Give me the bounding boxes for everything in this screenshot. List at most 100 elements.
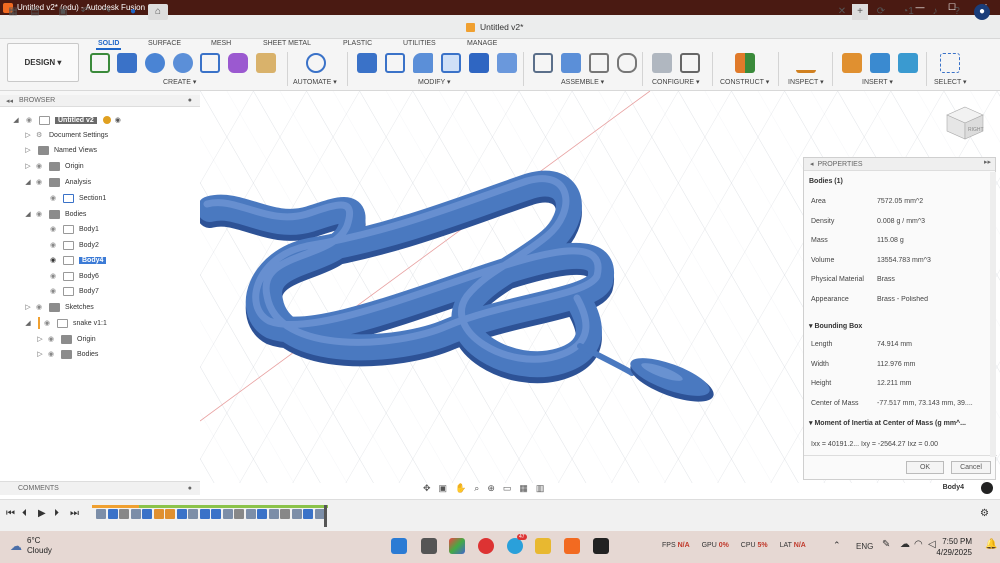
tree-document-settings[interactable]: ▷ ⚙ Document Settings [24, 128, 108, 142]
help-icon[interactable]: ? [950, 4, 964, 20]
fusion-taskbar-icon[interactable] [564, 538, 580, 554]
ok-button[interactable]: OK [906, 461, 944, 474]
scale-icon[interactable] [497, 53, 517, 73]
expand-icon[interactable]: ▷ [24, 146, 32, 154]
select-icon[interactable] [940, 53, 960, 73]
timeline-feature-icon[interactable] [222, 509, 233, 519]
visibility-eye-icon[interactable]: ◉ [50, 241, 59, 249]
visibility-eye-icon[interactable]: ◉ [44, 319, 53, 327]
comments-bar[interactable]: COMMENTS ● [0, 481, 200, 495]
job-status-icon[interactable]: ◔1 [898, 4, 918, 20]
copilot-icon[interactable] [449, 538, 465, 554]
avatar[interactable]: ● [974, 4, 990, 20]
tree-component[interactable]: ◢ ◉ snake v1:1 [24, 316, 107, 330]
timeline-feature-icon[interactable] [199, 509, 210, 519]
timeline-feature-icon[interactable] [291, 509, 302, 519]
grid-settings-icon[interactable]: ▦ [519, 483, 528, 494]
timeline-feature-icon[interactable] [303, 509, 313, 519]
expand-icon[interactable]: ▷ [24, 131, 32, 139]
comments-add-icon[interactable]: ● [188, 485, 192, 492]
pattern-icon[interactable] [200, 53, 220, 73]
timeline-feature-icon[interactable] [165, 509, 175, 519]
tree-body1[interactable]: ◉ Body1 [44, 222, 99, 236]
tab-solid[interactable]: SOLID [95, 40, 122, 50]
status-indicator-icon[interactable] [981, 482, 993, 494]
expand-icon[interactable]: ▷ [24, 303, 32, 311]
tree-body6[interactable]: ◉ Body6 [44, 269, 99, 283]
timeline-feature-icon[interactable] [257, 509, 267, 519]
workspace-switcher[interactable]: DESIGN ▾ [7, 43, 79, 82]
browser-header[interactable]: ◂◂ BROWSER ● [0, 95, 200, 107]
new-tab-icon[interactable]: + [852, 4, 868, 20]
group-insert[interactable]: INSERT ▾ [862, 78, 893, 86]
notification-bell-icon[interactable]: 🔔 [985, 539, 997, 550]
tree-comp-bodies[interactable]: ▷ ◉ Bodies [36, 347, 98, 361]
display-settings-icon[interactable]: ▭ [503, 483, 512, 494]
tree-analysis[interactable]: ◢ ◉ Analysis [24, 175, 91, 189]
tab-surface[interactable]: SURFACE [148, 40, 181, 47]
group-create[interactable]: CREATE ▾ [163, 78, 196, 86]
activate-radio-icon[interactable]: ◉ [115, 116, 121, 124]
as-built-joint-icon[interactable] [589, 53, 609, 73]
properties-scrollbar[interactable] [990, 172, 996, 457]
viewports-icon[interactable]: ▥ [536, 483, 545, 494]
visibility-eye-icon[interactable]: ◉ [36, 162, 45, 170]
joint-icon[interactable] [561, 53, 581, 73]
tree-comp-origin[interactable]: ▷ ◉ Origin [36, 332, 96, 346]
visibility-eye-icon[interactable]: ◉ [48, 350, 57, 358]
group-automate[interactable]: AUTOMATE ▾ [293, 78, 337, 86]
timeline-feature-icon[interactable] [245, 509, 256, 519]
yandex-icon[interactable] [478, 538, 494, 554]
notifications-icon[interactable]: ♪ [928, 4, 942, 20]
extrude-icon[interactable] [117, 53, 137, 73]
motion-link-icon[interactable] [617, 53, 637, 73]
timeline-feature-icon[interactable] [234, 509, 244, 519]
apps-grid-icon[interactable]: ▦ [6, 4, 20, 20]
tab-plastic[interactable]: PLASTIC [343, 40, 372, 47]
timeline-settings-icon[interactable]: ⚙ [980, 508, 989, 519]
timeline-feature-icon[interactable] [188, 509, 198, 519]
timeline-feature-icon[interactable] [119, 509, 129, 519]
redo-icon[interactable]: ↷ [100, 4, 114, 20]
timeline-feature-icon[interactable] [268, 509, 279, 519]
timeline-play-icon[interactable]: ▶ [38, 508, 46, 519]
save-icon[interactable]: ▣ [56, 4, 70, 20]
tree-root[interactable]: ◢ ◉ Untitled v2 ◉ [12, 113, 121, 127]
collapse-icon[interactable]: ◂ [810, 160, 814, 168]
measure-icon[interactable] [796, 53, 816, 73]
notion-icon[interactable] [593, 538, 609, 554]
properties-header[interactable]: ◂ PROPERTIES ▸▸ [804, 158, 995, 171]
tree-body2[interactable]: ◉ Body2 [44, 238, 99, 252]
form-icon[interactable] [228, 53, 248, 73]
timeline-feature-icon[interactable] [176, 509, 187, 519]
group-construct[interactable]: CONSTRUCT ▾ [720, 78, 769, 86]
telegram-icon[interactable] [507, 538, 523, 554]
tree-sketches[interactable]: ▷ ◉ Sketches [24, 300, 94, 314]
tab-manage[interactable]: MANAGE [467, 40, 497, 47]
expand-icon[interactable]: ▷ [24, 162, 32, 170]
group-configure[interactable]: CONFIGURE ▾ [652, 78, 699, 86]
timeline-feature-icon[interactable] [314, 509, 325, 519]
orbit-icon[interactable]: ✥ [423, 483, 431, 494]
hole-icon[interactable] [173, 53, 193, 73]
fillet-icon[interactable] [385, 53, 405, 73]
collapse-icon[interactable]: ◢ [24, 319, 32, 327]
timeline-feature-icon[interactable] [107, 509, 118, 519]
collapse-icon[interactable]: ◢ [24, 178, 32, 186]
tree-body7[interactable]: ◉ Body7 [44, 284, 99, 298]
visibility-eye-icon[interactable]: ◉ [26, 116, 35, 124]
expand-icon[interactable]: ▷ [36, 350, 44, 358]
visibility-eye-icon[interactable]: ◉ [50, 194, 59, 202]
collapse-icon[interactable]: ◂◂ [6, 97, 13, 105]
task-view-icon[interactable] [421, 538, 437, 554]
tree-bodies[interactable]: ◢ ◉ Bodies [24, 207, 86, 221]
pan-icon[interactable]: ✋ [455, 483, 466, 494]
visibility-eye-icon[interactable]: ◉ [50, 256, 59, 264]
tree-named-views[interactable]: ▷ Named Views [24, 143, 97, 157]
revolve-icon[interactable] [145, 53, 165, 73]
timeline-marker[interactable] [324, 505, 327, 527]
chamfer-icon[interactable] [413, 53, 433, 73]
language-indicator[interactable]: ENG [856, 542, 873, 551]
shell-icon[interactable] [441, 53, 461, 73]
insert-derive-icon[interactable] [842, 53, 862, 73]
